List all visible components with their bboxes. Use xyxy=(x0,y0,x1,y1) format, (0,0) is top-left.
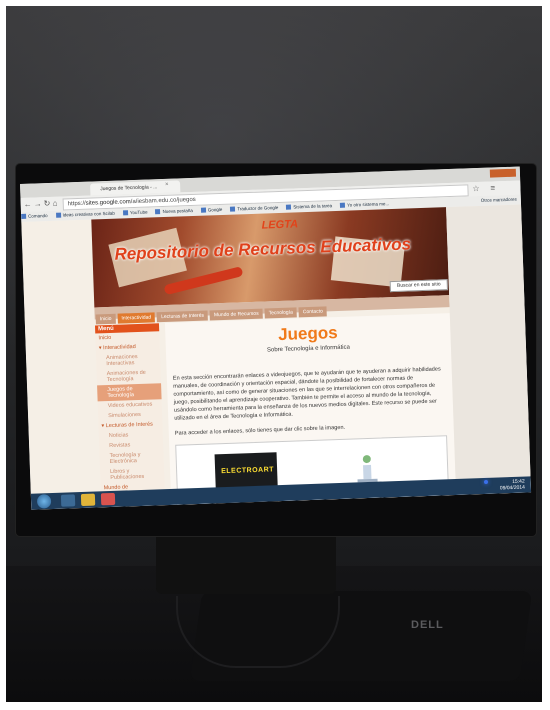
menu-icon[interactable]: ≡ xyxy=(490,183,495,192)
game-thumbnail-link[interactable] xyxy=(348,448,385,485)
file-explorer-icon[interactable] xyxy=(80,493,96,507)
bookmark-item[interactable]: Google xyxy=(201,207,223,213)
url-domain: sites.google.com xyxy=(85,199,131,207)
url-prefix: https:// xyxy=(67,200,86,208)
internet-explorer-icon[interactable] xyxy=(60,494,76,507)
forward-icon[interactable]: → xyxy=(34,199,42,208)
nav-tab[interactable]: Lecturas de Interés xyxy=(156,310,209,323)
main-content: Juegos Sobre Tecnología e Informática En… xyxy=(164,313,457,507)
monitor-brand-logo: DELL xyxy=(411,619,444,631)
site-banner: LEGTA Repositorio de Recursos Educativos… xyxy=(91,207,450,308)
monitor-stand-neck xyxy=(156,534,336,594)
bookmark-item[interactable]: Yo otro sistema me... xyxy=(340,201,389,208)
instruction-text: Para acceder a los enlaces, sólo tienes … xyxy=(174,424,346,437)
nav-tab[interactable]: Interactividad xyxy=(117,312,156,324)
nav-tab[interactable]: Tecnología xyxy=(264,307,298,319)
bookmark-item[interactable]: Ideas creativas con Scilab xyxy=(56,211,115,218)
nav-tab[interactable]: Mundo de Recursos xyxy=(209,308,263,321)
photo: DELL Juegos de Tecnología - ... × ← → ↻ … xyxy=(6,6,542,702)
site-search-button[interactable]: Buscar en este sitio xyxy=(389,279,448,293)
chrome-icon[interactable] xyxy=(100,492,116,506)
clock-date: 09/04/2014 xyxy=(499,484,526,492)
home-icon[interactable]: ⌂ xyxy=(53,199,58,208)
monitor-screen: Juegos de Tecnología - ... × ← → ↻ ⌂ htt… xyxy=(20,166,532,510)
reload-icon[interactable]: ↻ xyxy=(44,199,51,208)
bookmark-item[interactable]: Sistema de la tarea xyxy=(286,203,332,210)
start-button[interactable] xyxy=(36,494,52,509)
site-sidebar: Menú Inicio ▾ Interactividad Animaciones I… xyxy=(94,323,166,508)
back-icon[interactable]: ← xyxy=(24,200,32,209)
nav-tab[interactable]: Contacto xyxy=(298,306,328,318)
game-title: ELECTROART xyxy=(221,466,275,476)
site-logo[interactable]: LEGTA xyxy=(261,218,298,231)
taskbar-clock[interactable]: 15:42 09/04/2014 xyxy=(500,479,525,492)
tab-title: Juegos de Tecnología - ... xyxy=(100,184,158,193)
bookmark-item[interactable]: Nueva pestaña xyxy=(155,208,192,214)
power-led xyxy=(484,480,488,484)
star-icon[interactable]: ☆ xyxy=(472,184,479,193)
web-page: LEGTA Repositorio de Recursos Educativos… xyxy=(21,204,532,510)
right-margin xyxy=(446,204,532,495)
window-controls[interactable] xyxy=(489,168,517,178)
bookmark-item[interactable]: YouTube xyxy=(123,210,148,216)
nav-tab[interactable]: Inicio xyxy=(95,313,116,325)
url-path: /a/iesbam.edu.co/juegos xyxy=(130,196,196,206)
bookmark-item[interactable]: Comando xyxy=(21,213,48,219)
close-icon[interactable]: × xyxy=(165,182,169,188)
intro-paragraph: En esta sección encontrarán enlaces a vi… xyxy=(172,366,441,422)
bookmark-item[interactable]: Traductor de Google xyxy=(230,205,278,212)
